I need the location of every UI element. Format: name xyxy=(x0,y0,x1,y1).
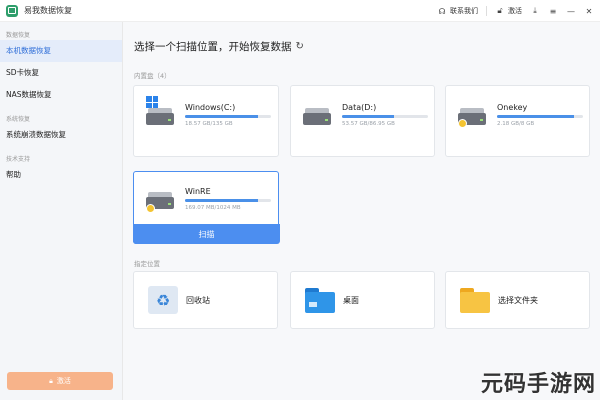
title-bar: 易我数据恢复 ☊ 联系我们 🔓︎ 激活 ⤓ ≡ — ✕ xyxy=(0,0,600,22)
lock-badge-icon xyxy=(146,204,155,213)
lock-icon: 🔓︎ xyxy=(497,6,503,15)
sidebar-group-support: 技术支持 xyxy=(6,156,31,163)
location-card-recycle-bin[interactable]: ♻ 回收站 xyxy=(133,271,278,329)
disk-name: Windows(C:) xyxy=(185,103,236,112)
disk-size: 18.57 GB/135 GB xyxy=(185,121,233,127)
app-logo-icon xyxy=(6,4,18,17)
disk-name: WinRE xyxy=(185,187,211,196)
titlebar-divider xyxy=(486,6,487,16)
disk-card-windows[interactable]: Windows(C:) 18.57 GB/135 GB xyxy=(133,85,279,157)
download-icon[interactable]: ⤓ xyxy=(530,6,540,16)
section-label-disks: 内置盘（4） xyxy=(134,72,171,80)
sidebar-item-help[interactable]: 帮助 xyxy=(0,164,122,186)
lock-icon: 🔒︎ xyxy=(49,376,53,385)
headset-icon: ☊ xyxy=(438,6,446,16)
disk-usage-bar xyxy=(342,115,428,118)
minimize-icon[interactable]: — xyxy=(566,7,576,16)
windows-logo-icon xyxy=(146,96,158,108)
disk-usage-bar xyxy=(185,199,271,202)
contact-button[interactable]: ☊ 联系我们 xyxy=(437,6,478,16)
sidebar-group-recovery: 数据恢复 xyxy=(6,32,31,39)
disk-size: 2.18 GB/8 GB xyxy=(497,121,535,127)
contact-label: 联系我们 xyxy=(450,7,478,15)
disk-card-onekey[interactable]: Onekey 2.18 GB/8 GB xyxy=(445,85,590,157)
menu-icon[interactable]: ≡ xyxy=(548,7,558,16)
watermark: 元码手游网 xyxy=(480,372,596,397)
app-title: 易我数据恢复 xyxy=(24,6,72,15)
refresh-icon[interactable]: ↻ xyxy=(296,41,304,52)
page-title: 选择一个扫描位置，开始恢复数据 ↻ xyxy=(134,39,304,54)
sidebar-item-nas-recovery[interactable]: NAS数据恢复 xyxy=(0,84,122,106)
location-label: 选择文件夹 xyxy=(498,296,538,305)
sidebar-activate-button[interactable]: 🔒︎ 激活 xyxy=(7,372,113,390)
location-label: 回收站 xyxy=(186,296,210,305)
disk-usage-bar xyxy=(185,115,271,118)
disk-card-data[interactable]: Data(D:) 53.57 GB/86.95 GB xyxy=(290,85,435,157)
desktop-folder-icon xyxy=(305,286,335,314)
page-title-text: 选择一个扫描位置，开始恢复数据 xyxy=(134,41,292,53)
sidebar-item-local-recovery[interactable]: 本机数据恢复 xyxy=(0,40,122,62)
sidebar-item-system-crash[interactable]: 系统崩溃数据恢复 xyxy=(0,124,122,146)
folder-icon xyxy=(460,286,490,314)
disk-name: Data(D:) xyxy=(342,103,377,112)
sidebar: 数据恢复 本机数据恢复 SD卡恢复 NAS数据恢复 系统恢复 系统崩溃数据恢复 … xyxy=(0,22,123,400)
sidebar-item-sd-recovery[interactable]: SD卡恢复 xyxy=(0,62,122,84)
activate-label: 激活 xyxy=(508,7,522,15)
disk-name: Onekey xyxy=(497,103,528,112)
sidebar-activate-label: 激活 xyxy=(56,377,71,385)
section-label-locations: 指定位置 xyxy=(134,260,160,268)
location-label: 桌面 xyxy=(343,296,359,305)
location-card-desktop[interactable]: 桌面 xyxy=(290,271,435,329)
close-icon[interactable]: ✕ xyxy=(584,7,594,16)
disk-usage-bar xyxy=(497,115,583,118)
main-panel: 选择一个扫描位置，开始恢复数据 ↻ 内置盘（4） Windows(C:) 18.… xyxy=(123,22,600,400)
disk-card-winre[interactable]: WinRE 169.07 MB/1024 MB 扫描 xyxy=(133,171,280,244)
activate-button[interactable]: 🔓︎ 激活 xyxy=(495,6,522,16)
disk-size: 169.07 MB/1024 MB xyxy=(185,205,241,211)
hard-drive-icon xyxy=(146,108,174,125)
recycle-bin-icon: ♻ xyxy=(148,286,178,314)
sidebar-group-system: 系统恢复 xyxy=(6,116,31,123)
scan-button[interactable]: 扫描 xyxy=(133,224,280,244)
location-card-choose-folder[interactable]: 选择文件夹 xyxy=(445,271,590,329)
disk-size: 53.57 GB/86.95 GB xyxy=(342,121,395,127)
lock-badge-icon xyxy=(458,119,467,128)
hard-drive-icon xyxy=(303,108,331,125)
